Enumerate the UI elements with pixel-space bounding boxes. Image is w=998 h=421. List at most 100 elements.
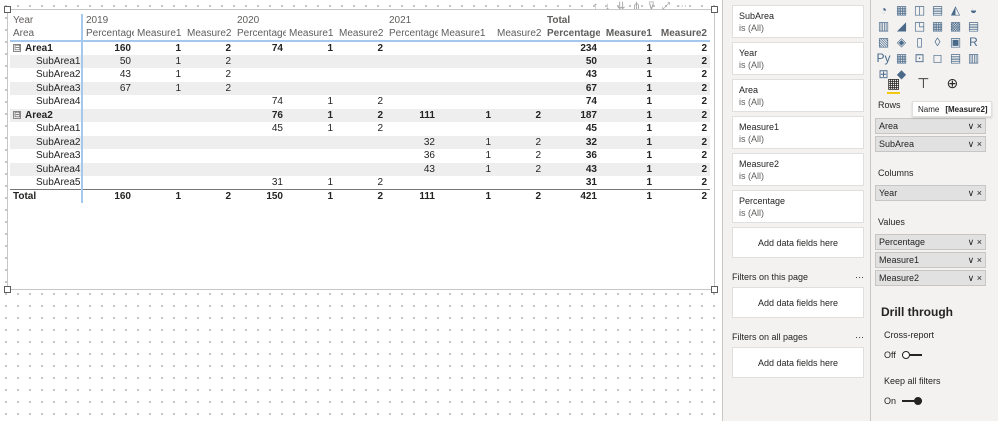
visual-type-icon[interactable]: ◒ [965,2,982,18]
values-field-measure1[interactable]: Measure1 ∨ × [875,252,986,268]
chevron-remove-icon[interactable]: ∨ × [968,139,982,149]
table-cell: 1 [485,150,491,162]
table-cell: 150 [234,189,286,203]
visual-type-icon[interactable]: ▣ [947,34,964,50]
toggle-knob[interactable] [901,351,910,359]
values-field-percentage[interactable]: Percentage ∨ × [875,234,986,250]
cross-report-toggle[interactable]: Off [884,350,922,360]
toggle-track[interactable] [901,351,922,359]
visual-type-icon[interactable]: ◈ [893,34,910,50]
visual-type-icon[interactable]: ◢ [893,18,910,34]
visual-type-icon[interactable]: ▧ [875,34,892,50]
row-header: SubArea1 [10,122,83,136]
chevron-remove-icon[interactable]: ∨ × [968,188,982,198]
table-cell: 36 [585,150,597,162]
keep-filters-toggle[interactable]: On [884,396,923,406]
table-cell: 2 [701,123,707,135]
chevron-remove-icon[interactable]: ∨ × [968,237,982,247]
table-row: SubArea4 43 1 2 43 1 2 [10,162,710,176]
table-cell: 421 [544,189,600,203]
table-cell [494,176,544,190]
toggle-track[interactable] [902,397,923,405]
visual-type-icon[interactable]: ◳ [911,18,928,34]
row-header: ⊟ Area2 [10,108,83,122]
visual-type-icon[interactable]: ⊡ [911,50,928,66]
fields-tab-icon[interactable]: ▦ [887,75,901,94]
focus-mode-icon[interactable]: ⤢ [662,1,670,12]
resize-handle-bl[interactable] [4,286,11,293]
expand-all-icon[interactable]: ⇊ [617,1,625,12]
visual-type-icon[interactable]: ▦ [893,2,910,18]
more-options-icon[interactable]: ⋯ [677,1,687,12]
filter-card[interactable]: Measure2 is (All) [732,153,864,186]
more-icon[interactable]: ··· [855,272,864,282]
visual-type-icon[interactable]: ◫ [911,2,928,18]
visual-type-icon[interactable]: ◻ [929,50,946,66]
table-cell [184,122,234,136]
add-report-filter[interactable]: Add data fields here [732,347,864,378]
rows-field-subarea[interactable]: SubArea ∨ × [875,136,986,152]
table-cell: 1 [134,81,184,95]
filter-icon[interactable]: ⊽ [648,1,655,12]
filter-card[interactable]: Year is (All) [732,42,864,75]
visual-type-icon[interactable]: ◊ [929,34,946,50]
resize-handle-tr[interactable] [711,6,718,13]
columns-field-year[interactable]: Year ∨ × [875,185,986,201]
drill-up-icon[interactable]: ↑ [593,1,598,12]
table-cell: 2 [336,108,386,122]
visual-type-icon[interactable]: ▯ [911,34,928,50]
table-cell [134,149,184,163]
filter-card[interactable]: Percentage is (All) [732,190,864,223]
table-cell: 2 [655,135,710,149]
chevron-remove-icon[interactable]: ∨ × [968,121,982,131]
table-cell [234,54,286,68]
more-icon[interactable]: ··· [855,332,864,342]
format-tab-icon[interactable]: ⊤ [917,75,929,94]
chevron-remove-icon[interactable]: ∨ × [968,255,982,265]
table-cell: 1 [646,150,652,162]
toggle-state: On [884,396,897,406]
table-cell [286,81,336,95]
visual-type-icon[interactable]: Py [875,50,892,66]
visual-type-icon[interactable]: ▥ [965,50,982,66]
resize-handle-tl[interactable] [4,6,11,13]
row-label: SubArea3 [36,150,81,162]
drill-through-title: Drill through [881,305,953,319]
visual-type-icon[interactable]: ▤ [947,50,964,66]
collapse-icon[interactable]: ⊟ [13,111,21,120]
filter-card[interactable]: Measure1 is (All) [732,116,864,149]
resize-handle-br[interactable] [711,286,718,293]
table-cell: 67 [82,81,134,95]
visual-type-icon[interactable]: ▤ [929,2,946,18]
table-cell [386,54,438,68]
table-cell: 1 [134,189,184,203]
filter-card[interactable]: SubArea is (All) [732,5,864,38]
add-page-filter[interactable]: Add data fields here [732,287,864,318]
matrix-visual[interactable]: ↑ ↓ ⇊ ⋔ ⊽ ⤢ ⋯ Year 2019 2020 2021 Total Area P… [4,1,718,293]
add-visual-filter[interactable]: Add data fields here [732,227,864,258]
group-row: ⊟ Area2 76 1 2 111 1 2 187 1 2 [10,108,710,122]
filter-state: is (All) [739,23,764,33]
visual-type-icon[interactable]: R [965,34,982,50]
visual-type-icon[interactable]: ▩ [947,18,964,34]
table-cell [134,95,184,109]
chevron-remove-icon[interactable]: ∨ × [968,273,982,283]
visual-type-icon[interactable]: ▦ [893,50,910,66]
analytics-tab-icon[interactable]: ⊕ [946,75,958,94]
drill-down-icon[interactable]: ↓ [605,1,610,12]
visual-type-icon[interactable]: ▦ [929,18,946,34]
toggle-knob[interactable] [914,397,923,405]
table-cell [336,162,386,176]
row-header: SubArea2 [10,135,83,149]
visual-type-icon[interactable]: ▤ [965,18,982,34]
visual-type-icon[interactable]: ◔ [875,2,892,18]
rows-field-area[interactable]: Area ∨ × [875,118,986,134]
filter-card[interactable]: Area is (All) [732,79,864,112]
collapse-icon[interactable]: ⊟ [13,44,21,53]
visual-type-icon[interactable]: ▥ [875,18,892,34]
values-field-measure2[interactable]: Measure2 ∨ × [875,270,986,286]
table-cell [184,108,234,122]
visual-type-icon[interactable]: ◭ [947,2,964,18]
hierarchy-icon[interactable]: ⋔ [632,1,640,12]
values-well-label: Values [878,217,905,227]
